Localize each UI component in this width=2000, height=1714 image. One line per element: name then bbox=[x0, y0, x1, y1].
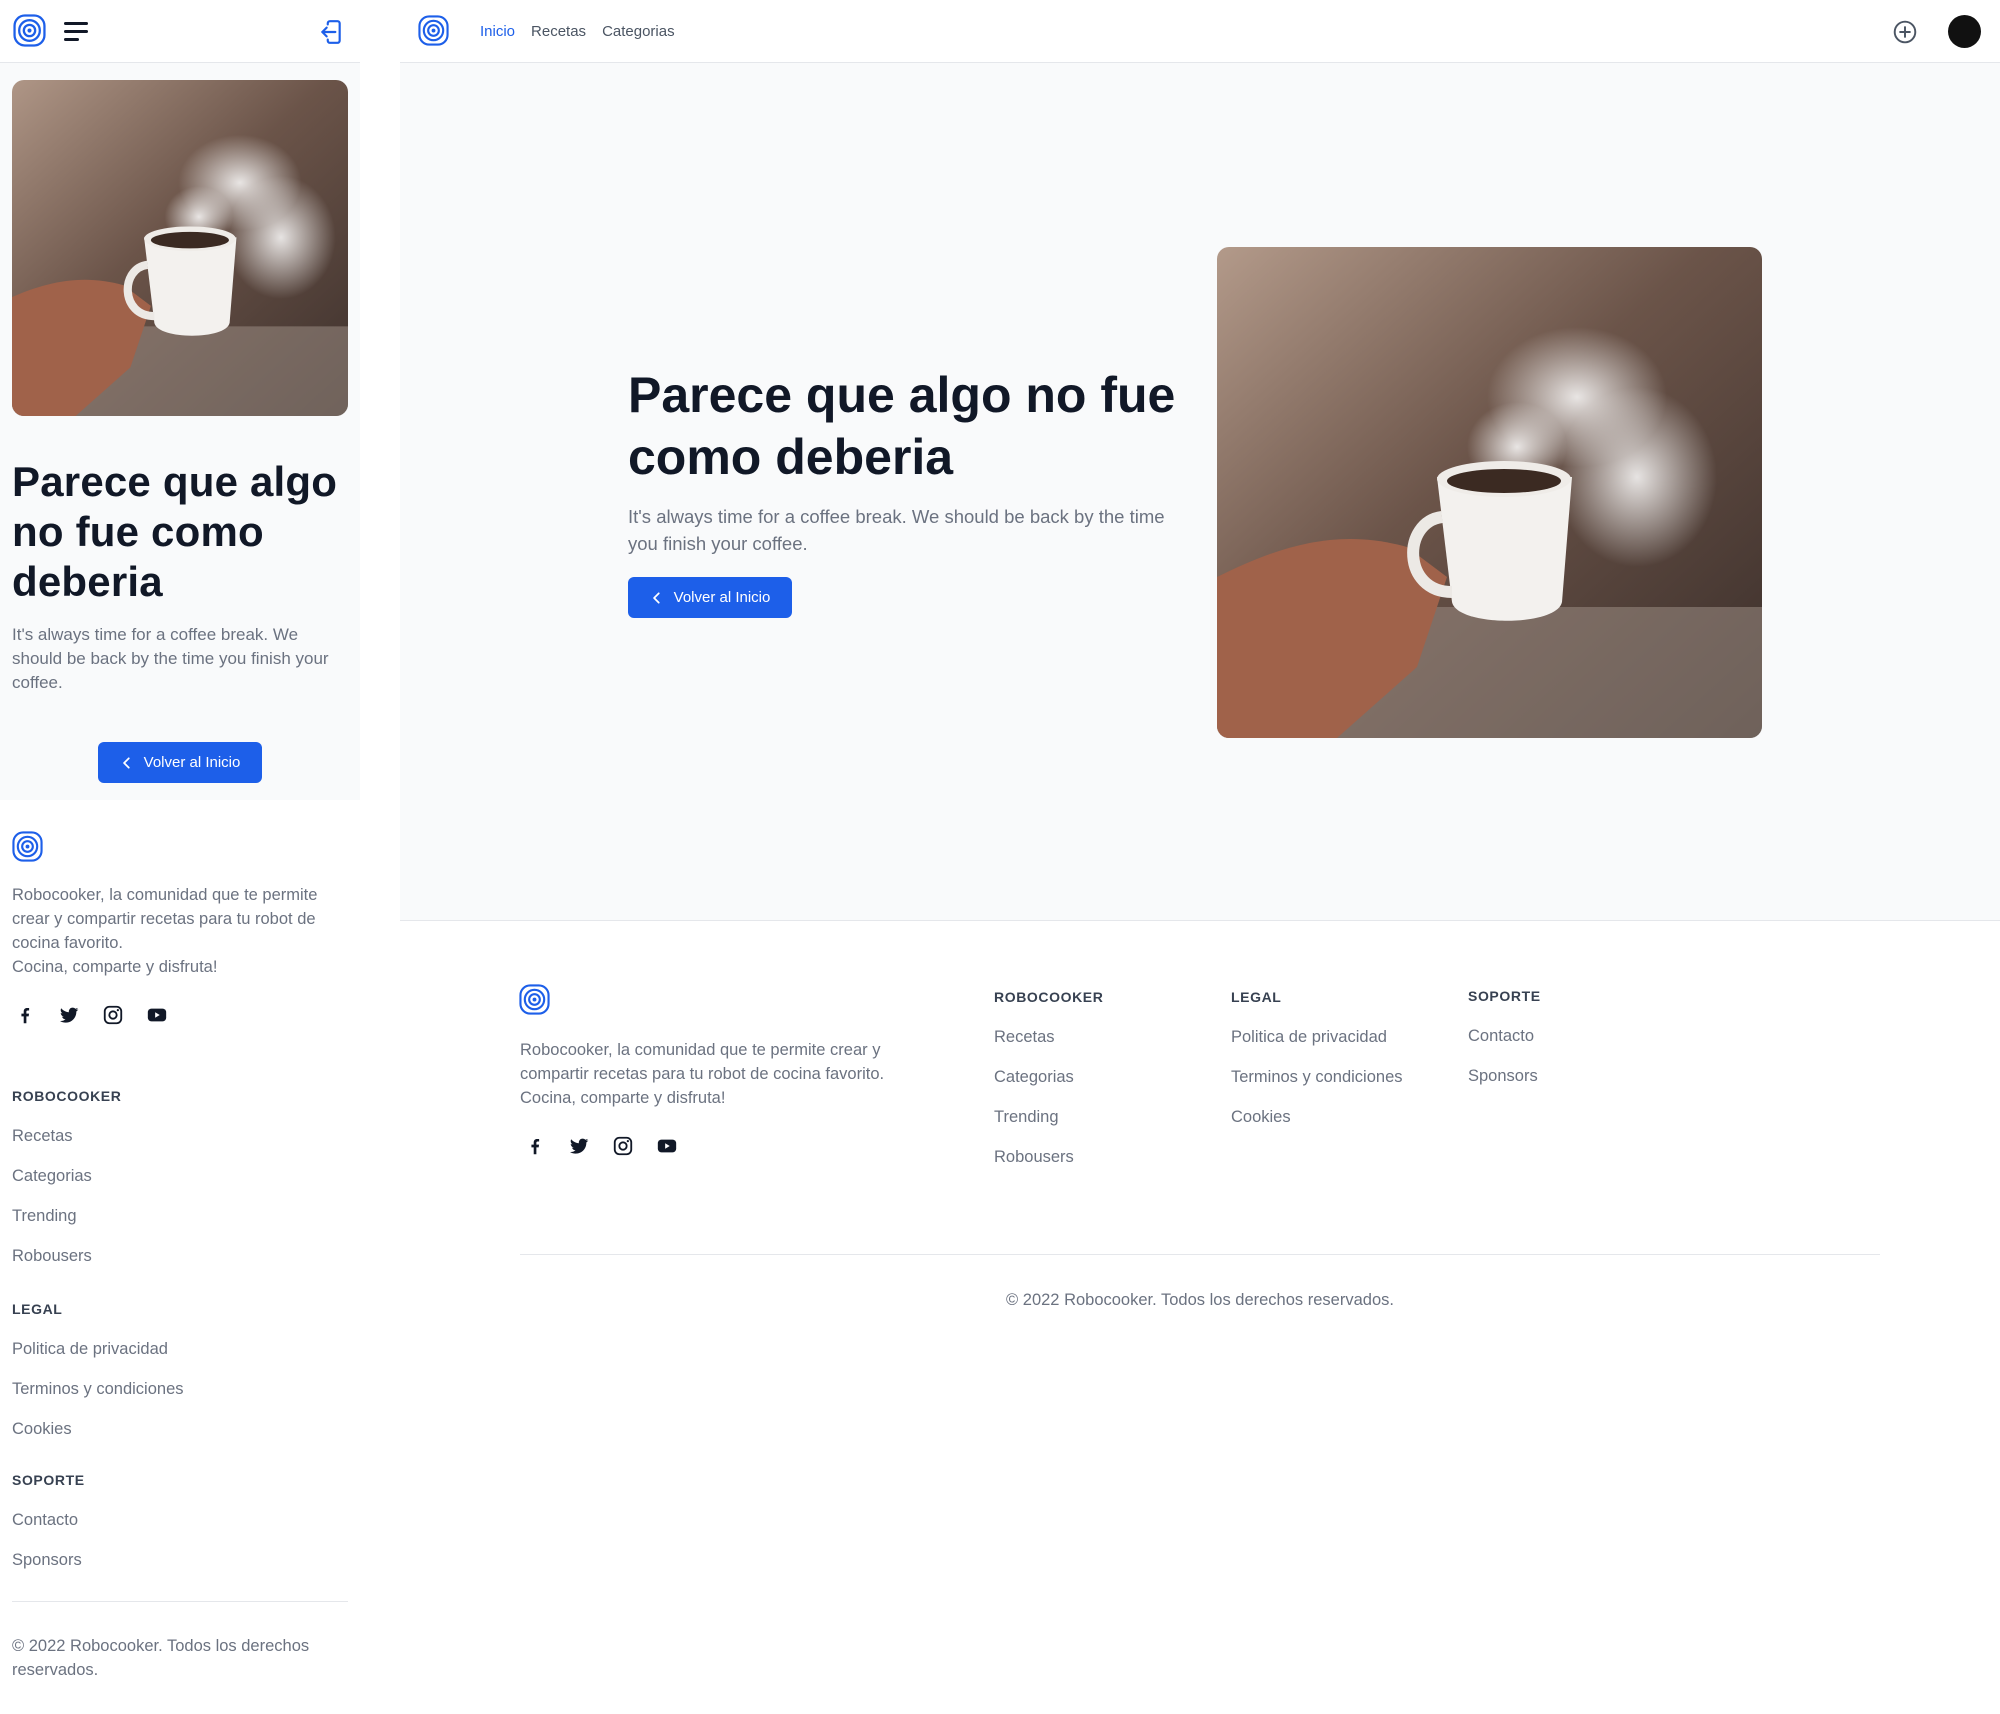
facebook-icon[interactable] bbox=[524, 1135, 546, 1157]
footer-link-trending[interactable]: Trending bbox=[994, 1107, 1103, 1127]
footer-link-contacto[interactable]: Contacto bbox=[12, 1510, 85, 1530]
copyright: © 2022 Robocooker. Todos los derechos re… bbox=[1006, 1291, 1394, 1309]
chevron-left-icon bbox=[122, 756, 130, 769]
page-title: Parece que algo no fue como deberia bbox=[628, 367, 1176, 485]
footer-link-cookies[interactable]: Cookies bbox=[1231, 1107, 1403, 1127]
footer-col-legal: LEGAL Politica de privacidad Terminos y … bbox=[12, 1300, 184, 1439]
mobile-view: Parece que algo no fue como deberia It's… bbox=[0, 0, 360, 1714]
back-home-label: Volver al Inicio bbox=[143, 754, 241, 771]
back-home-label: Volver al Inicio bbox=[673, 589, 771, 606]
footer-link-cookies[interactable]: Cookies bbox=[12, 1419, 184, 1439]
copyright: © 2022 Robocooker. Todos los derechos re… bbox=[12, 1637, 310, 1679]
footer-col-heading: ROBOCOOKER bbox=[994, 989, 1104, 1005]
chevron-left-icon bbox=[652, 591, 660, 604]
footer-col-robocooker: ROBOCOOKER Recetas Categorias Trending R… bbox=[994, 988, 1103, 1167]
logo-icon[interactable] bbox=[13, 14, 46, 47]
footer-link-privacy[interactable]: Politica de privacidad bbox=[1231, 1027, 1403, 1047]
footer-link-terms[interactable]: Terminos y condiciones bbox=[1231, 1067, 1403, 1087]
instagram-icon[interactable] bbox=[102, 1004, 124, 1026]
footer-link-terms[interactable]: Terminos y condiciones bbox=[12, 1379, 184, 1399]
instagram-icon[interactable] bbox=[612, 1135, 634, 1157]
footer-col-heading: SOPORTE bbox=[12, 1472, 85, 1488]
footer-link-sponsors[interactable]: Sponsors bbox=[1468, 1066, 1541, 1086]
back-home-button[interactable]: Volver al Inicio bbox=[98, 742, 262, 783]
footer-col-heading: LEGAL bbox=[1231, 989, 1282, 1005]
footer-link-robousers[interactable]: Robousers bbox=[12, 1246, 121, 1266]
youtube-icon[interactable] bbox=[656, 1135, 678, 1157]
footer-link-trending[interactable]: Trending bbox=[12, 1206, 121, 1226]
mobile-header bbox=[0, 0, 360, 63]
social-links bbox=[524, 1135, 700, 1157]
login-arrow-icon[interactable] bbox=[318, 19, 344, 45]
youtube-icon[interactable] bbox=[146, 1004, 168, 1026]
footer-col-soporte: SOPORTE Contacto Sponsors bbox=[12, 1471, 85, 1570]
footer-col-legal: LEGAL Politica de privacidad Terminos y … bbox=[1231, 988, 1403, 1127]
footer-col-robocooker: ROBOCOOKER Recetas Categorias Trending R… bbox=[12, 1087, 121, 1266]
desktop-view: Inicio Recetas Categorias Parece que alg… bbox=[400, 0, 2000, 1714]
footer-link-sponsors[interactable]: Sponsors bbox=[12, 1550, 85, 1570]
footer-link-recetas[interactable]: Recetas bbox=[994, 1027, 1103, 1047]
hero-image bbox=[1217, 247, 1762, 738]
footer-col-heading: ROBOCOOKER bbox=[12, 1088, 122, 1104]
footer-link-categorias[interactable]: Categorias bbox=[994, 1067, 1103, 1087]
footer-link-categorias[interactable]: Categorias bbox=[12, 1166, 121, 1186]
avatar[interactable] bbox=[1948, 15, 1981, 48]
footer-divider bbox=[520, 1254, 1880, 1255]
footer-col-soporte: SOPORTE Contacto Sponsors bbox=[1468, 987, 1541, 1086]
social-links bbox=[14, 1004, 190, 1026]
page-title: Parece que algo no fue como deberia bbox=[12, 458, 338, 605]
desktop-header: Inicio Recetas Categorias bbox=[400, 0, 2000, 63]
footer-description: Robocooker, la comunidad que te permite … bbox=[12, 883, 347, 979]
twitter-icon[interactable] bbox=[568, 1135, 590, 1157]
mobile-hero: Parece que algo no fue como deberia It's… bbox=[0, 63, 360, 800]
footer-link-recetas[interactable]: Recetas bbox=[12, 1126, 121, 1146]
footer-description-line1: Robocooker, la comunidad que te permite … bbox=[12, 886, 318, 952]
nav-item-categorias[interactable]: Categorias bbox=[602, 22, 675, 42]
plus-circle-icon[interactable] bbox=[1892, 19, 1918, 45]
page-subtitle: It's always time for a coffee break. We … bbox=[628, 506, 1165, 554]
footer-description-line2: Cocina, comparte y disfruta! bbox=[12, 958, 218, 976]
nav-item-recetas[interactable]: Recetas bbox=[531, 22, 586, 42]
footer-logo-icon[interactable] bbox=[519, 984, 550, 1015]
footer-description: Robocooker, la comunidad que te permite … bbox=[520, 1038, 930, 1110]
page-subtitle: It's always time for a coffee break. We … bbox=[12, 625, 329, 692]
logo-icon[interactable] bbox=[418, 15, 449, 46]
facebook-icon[interactable] bbox=[14, 1004, 36, 1026]
footer-description-line2: Cocina, comparte y disfruta! bbox=[520, 1089, 726, 1107]
footer-link-robousers[interactable]: Robousers bbox=[994, 1147, 1103, 1167]
footer-divider bbox=[12, 1601, 348, 1602]
footer-logo-icon[interactable] bbox=[12, 831, 43, 862]
nav-item-inicio[interactable]: Inicio bbox=[480, 22, 515, 42]
spiral-logo-icon bbox=[13, 14, 46, 47]
desktop-hero: Parece que algo no fue como deberia It's… bbox=[400, 63, 2000, 921]
hero-image bbox=[12, 80, 348, 416]
footer-col-heading: LEGAL bbox=[12, 1301, 63, 1317]
twitter-icon[interactable] bbox=[58, 1004, 80, 1026]
footer-description-line1: Robocooker, la comunidad que te permite … bbox=[520, 1041, 885, 1083]
footer-col-heading: SOPORTE bbox=[1468, 988, 1541, 1004]
footer-link-contacto[interactable]: Contacto bbox=[1468, 1026, 1541, 1046]
hamburger-menu-icon[interactable] bbox=[64, 20, 88, 42]
back-home-button[interactable]: Volver al Inicio bbox=[628, 577, 792, 618]
main-nav: Inicio Recetas Categorias bbox=[480, 22, 675, 42]
footer-link-privacy[interactable]: Politica de privacidad bbox=[12, 1339, 184, 1359]
